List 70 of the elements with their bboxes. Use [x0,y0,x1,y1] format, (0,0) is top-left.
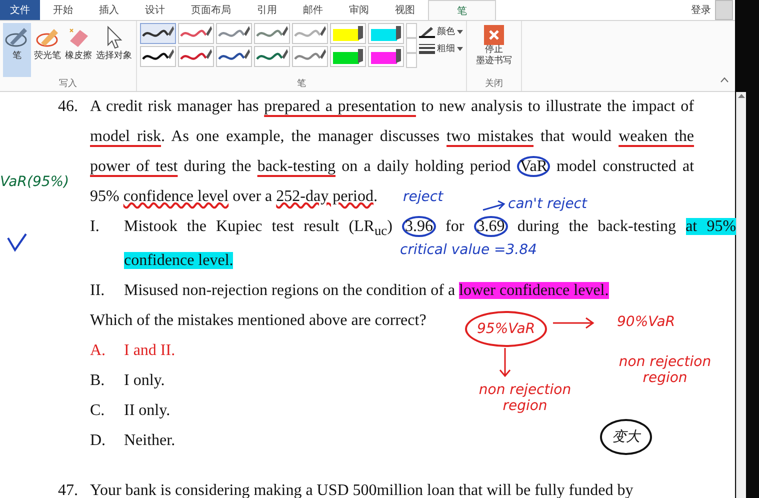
line-weight-icon [419,42,435,54]
handwritten-note: reject [403,189,444,205]
group-label: 笔 [296,78,307,91]
pen-style-swatch[interactable] [330,46,366,67]
arrow-icon [498,347,512,379]
handwritten-note: VaR(95%) [0,174,70,190]
handwritten-note: 90%VaR [617,314,676,330]
close-icon [484,25,504,45]
pen-style-swatch[interactable] [140,46,176,67]
ribbon-tab[interactable]: 笔 [428,0,496,20]
pen-style-swatch[interactable] [216,23,252,44]
pen-style-swatch[interactable] [178,23,214,44]
statement-number: I. [90,217,100,237]
pen-style-swatch[interactable] [254,23,290,44]
pen-style-swatch[interactable] [140,23,176,44]
arrow-icon [482,200,506,212]
handwritten-note: can't reject [508,196,587,212]
ribbon-tab[interactable]: 文件 [0,0,40,20]
pen-style-swatch[interactable] [368,23,404,44]
pen-style-swatch[interactable] [330,23,366,44]
question-prompt: Which of the mistakes mentioned above are correct? [90,311,426,332]
ribbon-tab[interactable]: 设计 [132,0,178,20]
option-letter: B. [90,371,106,392]
ink-tool-button[interactable]: 橡皮擦 [64,23,93,77]
ribbon-tab[interactable]: 页面布局 [178,0,244,20]
pen-style-swatch[interactable] [216,46,252,67]
handwritten-note: non rejection region [618,354,712,386]
option-letter: A. [90,341,107,362]
pen-color-icon [419,26,435,38]
pen-icon [4,25,30,49]
handwritten-note: critical value =3.84 [400,242,537,258]
pen-style-swatch[interactable] [254,46,290,67]
pen-option-dropdown[interactable]: 粗细 [419,42,463,55]
ribbon-tab[interactable]: 插入 [86,0,132,20]
caret-icon [457,30,463,34]
handwritten-note: 95%VaR [465,311,548,347]
option-text: Neither. [124,431,176,452]
handwritten-note: non rejection region [478,382,572,414]
collapse-ribbon-icon[interactable] [720,77,729,83]
option-text: I and II. [124,341,176,362]
group-label: 关闭 [484,78,504,91]
pen-option-dropdown[interactable]: 颜色 [419,25,463,38]
pen-style-swatch[interactable] [368,46,404,67]
caret-icon [457,46,463,50]
statement-text: Misused non-rejection regions on the condition of a lower confidence level. [124,281,610,302]
pen-style-swatch[interactable] [178,46,214,67]
stop-inking-button[interactable]: 停止 墨迹书写 [470,23,518,69]
handwritten-note: 变大 [600,419,652,455]
sign-in-link[interactable]: 登录 [691,3,711,17]
ink-tool-button[interactable]: 笔 [3,23,31,77]
ribbon-tab[interactable]: 引用 [244,0,290,20]
option-text: II only. [124,401,170,422]
ribbon-tab[interactable]: 邮件 [290,0,336,20]
ink-tool-button[interactable]: 选择对象 [95,23,133,77]
question-number: 47. [58,481,79,498]
ribbon-tab[interactable]: 视图 [382,0,428,20]
check-mark-icon [6,232,28,252]
ink-tool-button[interactable]: 荧光笔 [33,23,62,77]
scroll-up-icon[interactable] [737,92,746,100]
option-letter: D. [90,431,107,452]
ribbon-tab[interactable]: 开始 [40,0,86,20]
pen-style-swatch[interactable] [292,46,328,67]
arrow-icon [552,316,596,330]
statement-number: II. [90,281,106,302]
option-letter: C. [90,401,106,422]
option-text: I only. [124,371,165,392]
pen-style-swatch[interactable] [292,23,328,44]
ribbon-tab[interactable]: 审阅 [336,0,382,20]
group-label: 写入 [58,78,78,91]
scrollbar[interactable] [736,92,746,498]
